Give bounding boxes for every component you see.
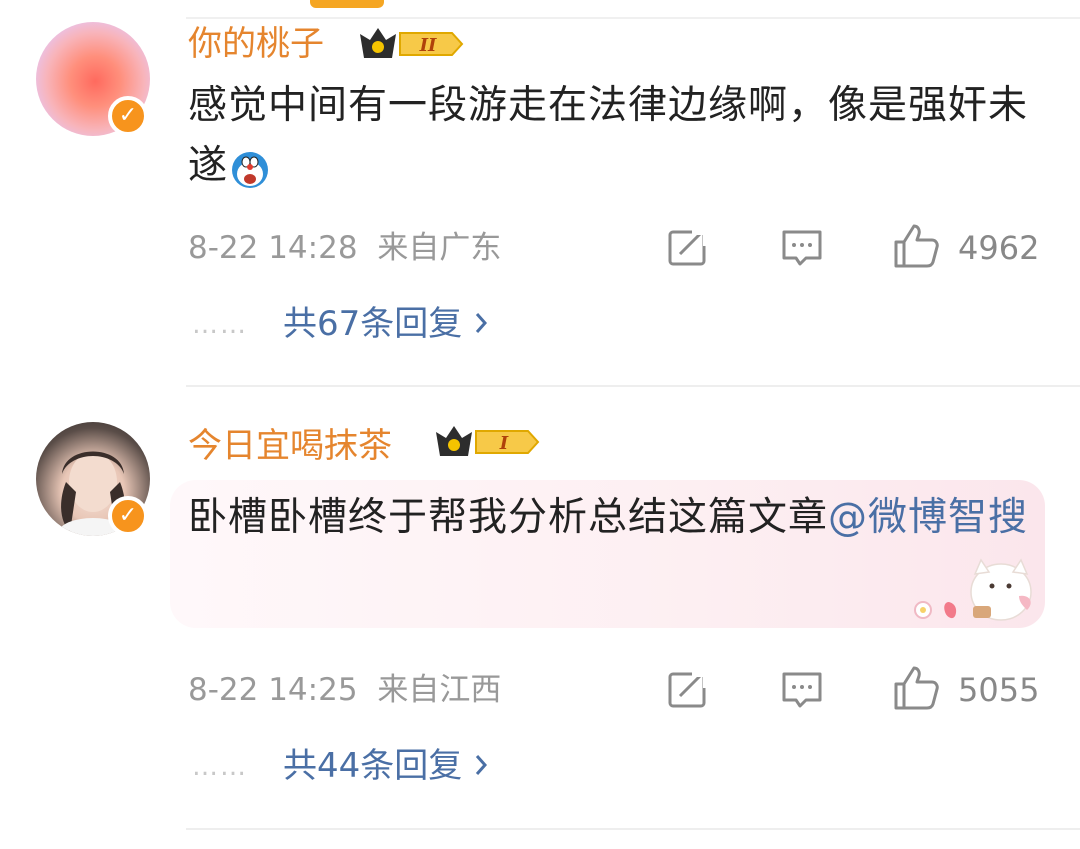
like-icon[interactable] (892, 664, 940, 712)
comment-meta: 8-22 14:25 来自江西 (188, 670, 501, 710)
reply-dots: …… (192, 752, 248, 782)
verified-badge-icon: ✓ (108, 496, 148, 536)
svg-text:II: II (419, 35, 437, 56)
comment-time: 8-22 14:28 (188, 230, 358, 266)
repost-icon[interactable] (666, 668, 710, 712)
cat-sticker-icon (914, 558, 1032, 621)
verified-badge-icon: ✓ (108, 96, 148, 136)
username[interactable]: 今日宜喝抹茶 (188, 426, 392, 466)
vip-crown-badge-icon: II (360, 28, 464, 58)
like-count: 4962 (958, 229, 1040, 267)
comment-divider (186, 828, 1080, 830)
chevron-right-icon (474, 746, 488, 786)
repost-icon[interactable] (666, 226, 710, 270)
reply-dots: …… (192, 310, 248, 340)
comment-location: 来自江西 (377, 672, 502, 708)
mention-link[interactable]: @微博智搜 (828, 495, 1028, 540)
replies-label: 共67条回复 (283, 304, 463, 344)
svg-text:I: I (499, 433, 509, 454)
comment-meta: 8-22 14:28 来自广东 (188, 228, 501, 268)
view-replies-link[interactable]: 共67条回复 (283, 304, 488, 344)
comment-divider (186, 385, 1080, 387)
comment-text: 卧槽卧槽终于帮我分析总结这篇文章@微博智搜 (188, 495, 1029, 540)
like-icon[interactable] (892, 222, 940, 270)
comment-text: 感觉中间有一段游走在法律边缘啊，像是强奸未遂 (188, 83, 1029, 188)
comment-location: 来自广东 (377, 230, 502, 266)
comment-item: ✓ 今日宜喝抹茶 I 卧槽卧槽终于帮我分析总结这篇文章@微博智搜 8-22 14… (0, 388, 1080, 828)
comment-icon[interactable] (780, 226, 824, 270)
vip-crown-badge-icon: I (436, 426, 540, 456)
chevron-right-icon (474, 304, 488, 344)
comment-item: ✓ 你的桃子 II 感觉中间有一段游走在法律边缘啊，像是强奸未遂 8-22 14… (0, 0, 1080, 386)
comment-icon[interactable] (780, 668, 824, 712)
replies-label: 共44条回复 (283, 746, 463, 786)
doraemon-emoji-icon (230, 148, 270, 188)
comment-time: 8-22 14:25 (188, 672, 358, 708)
like-count: 5055 (958, 671, 1040, 709)
view-replies-link[interactable]: 共44条回复 (283, 746, 488, 786)
username[interactable]: 你的桃子 (188, 24, 324, 64)
